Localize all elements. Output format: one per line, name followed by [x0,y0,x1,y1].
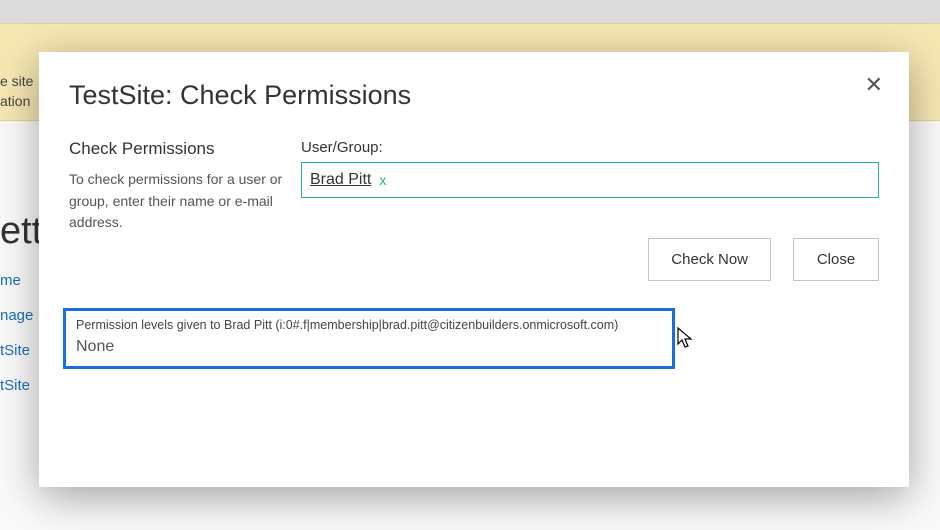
user-group-input[interactable] [392,163,870,197]
dialog-body: Check Permissions To check permissions f… [69,139,879,281]
instructions-column: Check Permissions To check permissions f… [69,139,287,281]
dialog-title: TestSite: Check Permissions [69,80,879,111]
section-description: To check permissions for a user or group… [69,169,287,234]
user-group-label: User/Group: [301,139,879,156]
picked-user-chip[interactable]: Brad Pitt [310,171,371,189]
results-value: None [76,338,662,356]
form-column: User/Group: Brad Pitt x Check Now Close [301,139,879,281]
permission-results: Permission levels given to Brad Pitt (i:… [63,308,675,369]
close-icon[interactable]: ✕ [865,74,883,96]
dialog-button-row: Check Now Close [301,238,879,281]
modal-backdrop: ✕ TestSite: Check Permissions Check Perm… [0,0,940,530]
check-now-button[interactable]: Check Now [648,238,771,281]
section-heading: Check Permissions [69,139,287,159]
close-button[interactable]: Close [793,238,879,281]
results-header: Permission levels given to Brad Pitt (i:… [76,318,662,332]
check-permissions-dialog: ✕ TestSite: Check Permissions Check Perm… [39,52,909,487]
remove-user-icon[interactable]: x [379,172,386,188]
people-picker[interactable]: Brad Pitt x [301,162,879,198]
